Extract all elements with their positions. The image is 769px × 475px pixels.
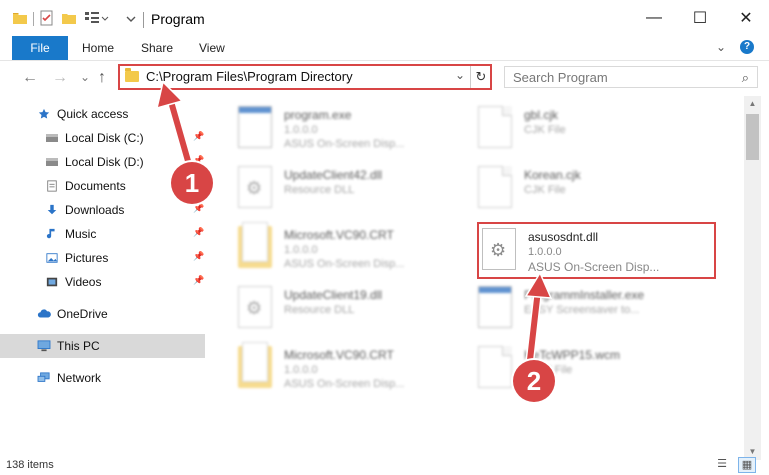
arrow-two: [524, 271, 553, 365]
callout-badge-2: 2: [513, 360, 555, 402]
arrow-one: [155, 80, 195, 173]
annotation-arrows: [155, 80, 553, 365]
callout-badge-1: 1: [171, 162, 213, 204]
